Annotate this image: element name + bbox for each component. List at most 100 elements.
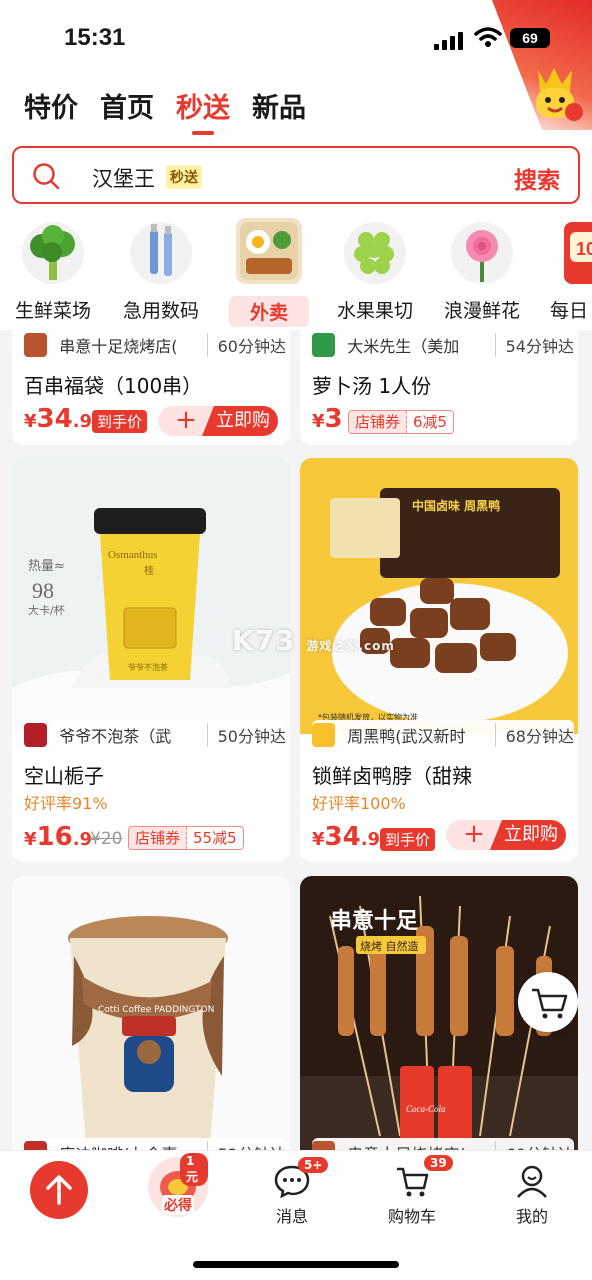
search-input[interactable]: 汉堡王: [92, 163, 155, 193]
search-bar[interactable]: 汉堡王 秒送 搜索: [12, 146, 580, 204]
product-card[interactable]: 串意十足烧烤店( 60分钟达 百串福袋（100串） ¥34.9 到手价 + 立即…: [12, 330, 290, 445]
rose-icon: [451, 222, 513, 284]
category-fresh[interactable]: 生鲜菜场: [8, 222, 98, 323]
category-flowers[interactable]: 浪漫鲜花: [437, 222, 527, 323]
tab-new[interactable]: 新品: [252, 86, 306, 125]
final-price-badge: 到手价: [380, 828, 436, 851]
original-price: ¥20: [90, 829, 123, 849]
product-card[interactable]: Cotti Coffee PADDINGTON 库迪咖啡(九金嘉 52分钟达: [12, 876, 290, 1150]
product-card[interactable]: 中国卤味 周黑鸭 *包装随机发放，以实物为准 周黑鸭(武汉新时 68分钟达 锁鲜…: [300, 458, 578, 862]
status-time: 15:31: [64, 24, 126, 51]
usb-cable-icon: [130, 222, 192, 284]
tab-label: 购物车: [388, 1207, 437, 1226]
buy-now-button[interactable]: + 立即购: [446, 820, 566, 850]
product-image[interactable]: Osmanthus 桂 爷爷不泡茶 热量≈ 98 大卡/杯: [12, 458, 290, 734]
product-card[interactable]: 大米先生（美加 54分钟达 萝卜汤 1人份 ¥3 店铺券 6减5: [300, 330, 578, 445]
delivery-time: 50分钟达: [206, 723, 286, 747]
category-row: 生鲜菜场 急用数码 外卖 水果果切 浪漫鲜花 10 每日: [0, 218, 592, 330]
mascot-icon[interactable]: [528, 62, 584, 124]
cart-badge: 39: [424, 1155, 453, 1171]
product-card[interactable]: Coca-Cola 串意十足 烧烤 自然造 串意十足烧烤店( 60分钟达: [300, 876, 578, 1150]
arrow-up-icon: [46, 1175, 72, 1205]
tab-label: 我的: [515, 1207, 548, 1226]
product-image[interactable]: Cotti Coffee PADDINGTON: [12, 876, 290, 1150]
tab-messages[interactable]: 5+ 消息: [274, 1157, 329, 1227]
header: 15:31 69 特价 首页 秒送 新品 汉堡王 秒送 搜索 生鲜菜场 急用数码…: [0, 0, 592, 330]
product-price: ¥16.9: [24, 822, 93, 852]
category-fruit[interactable]: 水果果切: [330, 222, 420, 323]
final-price-badge: 到手价: [92, 410, 148, 433]
category-takeout[interactable]: 外卖: [224, 218, 314, 327]
category-label: 每日: [550, 300, 589, 322]
category-label: 水果果切: [336, 300, 413, 322]
grapes-icon: [344, 222, 406, 284]
back-to-top-button[interactable]: [30, 1161, 88, 1219]
delivery-time: 54分钟达: [494, 333, 574, 357]
tab-profile[interactable]: 我的: [514, 1163, 550, 1227]
shop-info: 周黑鸭(武汉新时 68分钟达: [312, 720, 574, 750]
must-get-button[interactable]: 1元 必得: [148, 1153, 208, 1217]
product-name: 百串福袋（100串）: [24, 374, 203, 398]
category-label: 浪漫鲜花: [443, 300, 520, 322]
shop-name: 大米先生（美加: [347, 337, 460, 356]
product-name: 空山栀子: [24, 764, 104, 788]
watermark: K73 游戏之家.com: [232, 624, 395, 657]
cart-icon: [532, 988, 568, 1019]
shop-logo: [24, 333, 48, 357]
delivery-time: 52分钟达: [206, 1141, 286, 1150]
bento-icon: [236, 218, 302, 284]
shop-name: 周黑鸭(武汉新时: [347, 727, 466, 746]
product-price: ¥34.9: [24, 404, 93, 434]
shop-logo: [24, 723, 48, 747]
buy-now-button[interactable]: + 立即购: [158, 406, 278, 436]
shop-logo: [312, 333, 336, 357]
must-get-badge: 1元: [180, 1153, 208, 1186]
shop-info: 库迪咖啡(九金嘉 52分钟达: [24, 1138, 286, 1150]
delivery-time: 68分钟达: [494, 723, 574, 747]
product-name: 萝卜汤 1人份: [312, 374, 432, 398]
home-indicator: [193, 1261, 399, 1268]
bottom-tab-bar: 1元 必得 5+ 消息 39 购物车 我的: [0, 1150, 592, 1280]
category-label: 生鲜菜场: [14, 300, 91, 322]
shop-logo: [312, 1141, 336, 1150]
profile-icon: [514, 1163, 550, 1199]
category-daily[interactable]: 10 每日: [540, 222, 592, 323]
product-feed: 串意十足烧烤店( 60分钟达 百串福袋（100串） ¥34.9 到手价 + 立即…: [0, 330, 592, 1150]
shop-name: 串意十足烧烤店(: [347, 1141, 494, 1150]
floating-cart-button[interactable]: [518, 972, 578, 1032]
search-icon: [33, 163, 60, 190]
tab-instant-delivery[interactable]: 秒送: [176, 86, 230, 135]
rating-text: 好评率100%: [312, 794, 406, 813]
rating-text: 好评率91%: [24, 794, 108, 813]
coupon-icon: 10: [564, 222, 592, 284]
product-image[interactable]: 中国卤味 周黑鸭 *包装随机发放，以实物为准: [300, 458, 578, 734]
message-badge: 5+: [298, 1157, 329, 1173]
shop-info: 大米先生（美加 54分钟达: [312, 330, 574, 360]
buy-now-label[interactable]: 立即购: [490, 820, 566, 850]
tab-home[interactable]: 首页: [100, 86, 154, 125]
tab-specials[interactable]: 特价: [24, 86, 78, 125]
search-button[interactable]: 搜索: [514, 161, 560, 195]
product-price: ¥34.9: [312, 822, 381, 852]
svg-text:10: 10: [576, 239, 592, 259]
signal-icon: [434, 30, 464, 50]
message-icon: 5+: [274, 1157, 329, 1199]
coupon-badge: 店铺券 55减5: [128, 826, 244, 850]
shop-info: 串意十足烧烤店( 60分钟达: [312, 1138, 574, 1150]
svg-text:桂: 桂: [144, 564, 154, 577]
top-nav-tabs: 特价 首页 秒送 新品: [24, 86, 306, 135]
delivery-time: 60分钟达: [206, 333, 286, 357]
must-get-sticker: 必得: [162, 1195, 194, 1215]
status-bar: 15:31 69: [0, 20, 592, 60]
category-digital[interactable]: 急用数码: [116, 222, 206, 323]
delivery-time: 60分钟达: [494, 1141, 574, 1150]
shop-name: 串意十足烧烤店(: [59, 337, 178, 356]
tab-cart[interactable]: 39 购物车: [388, 1155, 453, 1227]
product-card[interactable]: Osmanthus 桂 爷爷不泡茶 热量≈ 98 大卡/杯 爷爷不泡茶（武 50…: [12, 458, 290, 862]
search-tag: 秒送: [166, 165, 202, 189]
category-label: 外卖: [229, 296, 309, 327]
buy-now-label[interactable]: 立即购: [202, 406, 278, 436]
cart-icon: 39: [394, 1155, 453, 1199]
svg-text:爷爷不泡茶: 爷爷不泡茶: [128, 662, 168, 672]
svg-text:中国卤味 周黑鸭: 中国卤味 周黑鸭: [412, 498, 500, 513]
